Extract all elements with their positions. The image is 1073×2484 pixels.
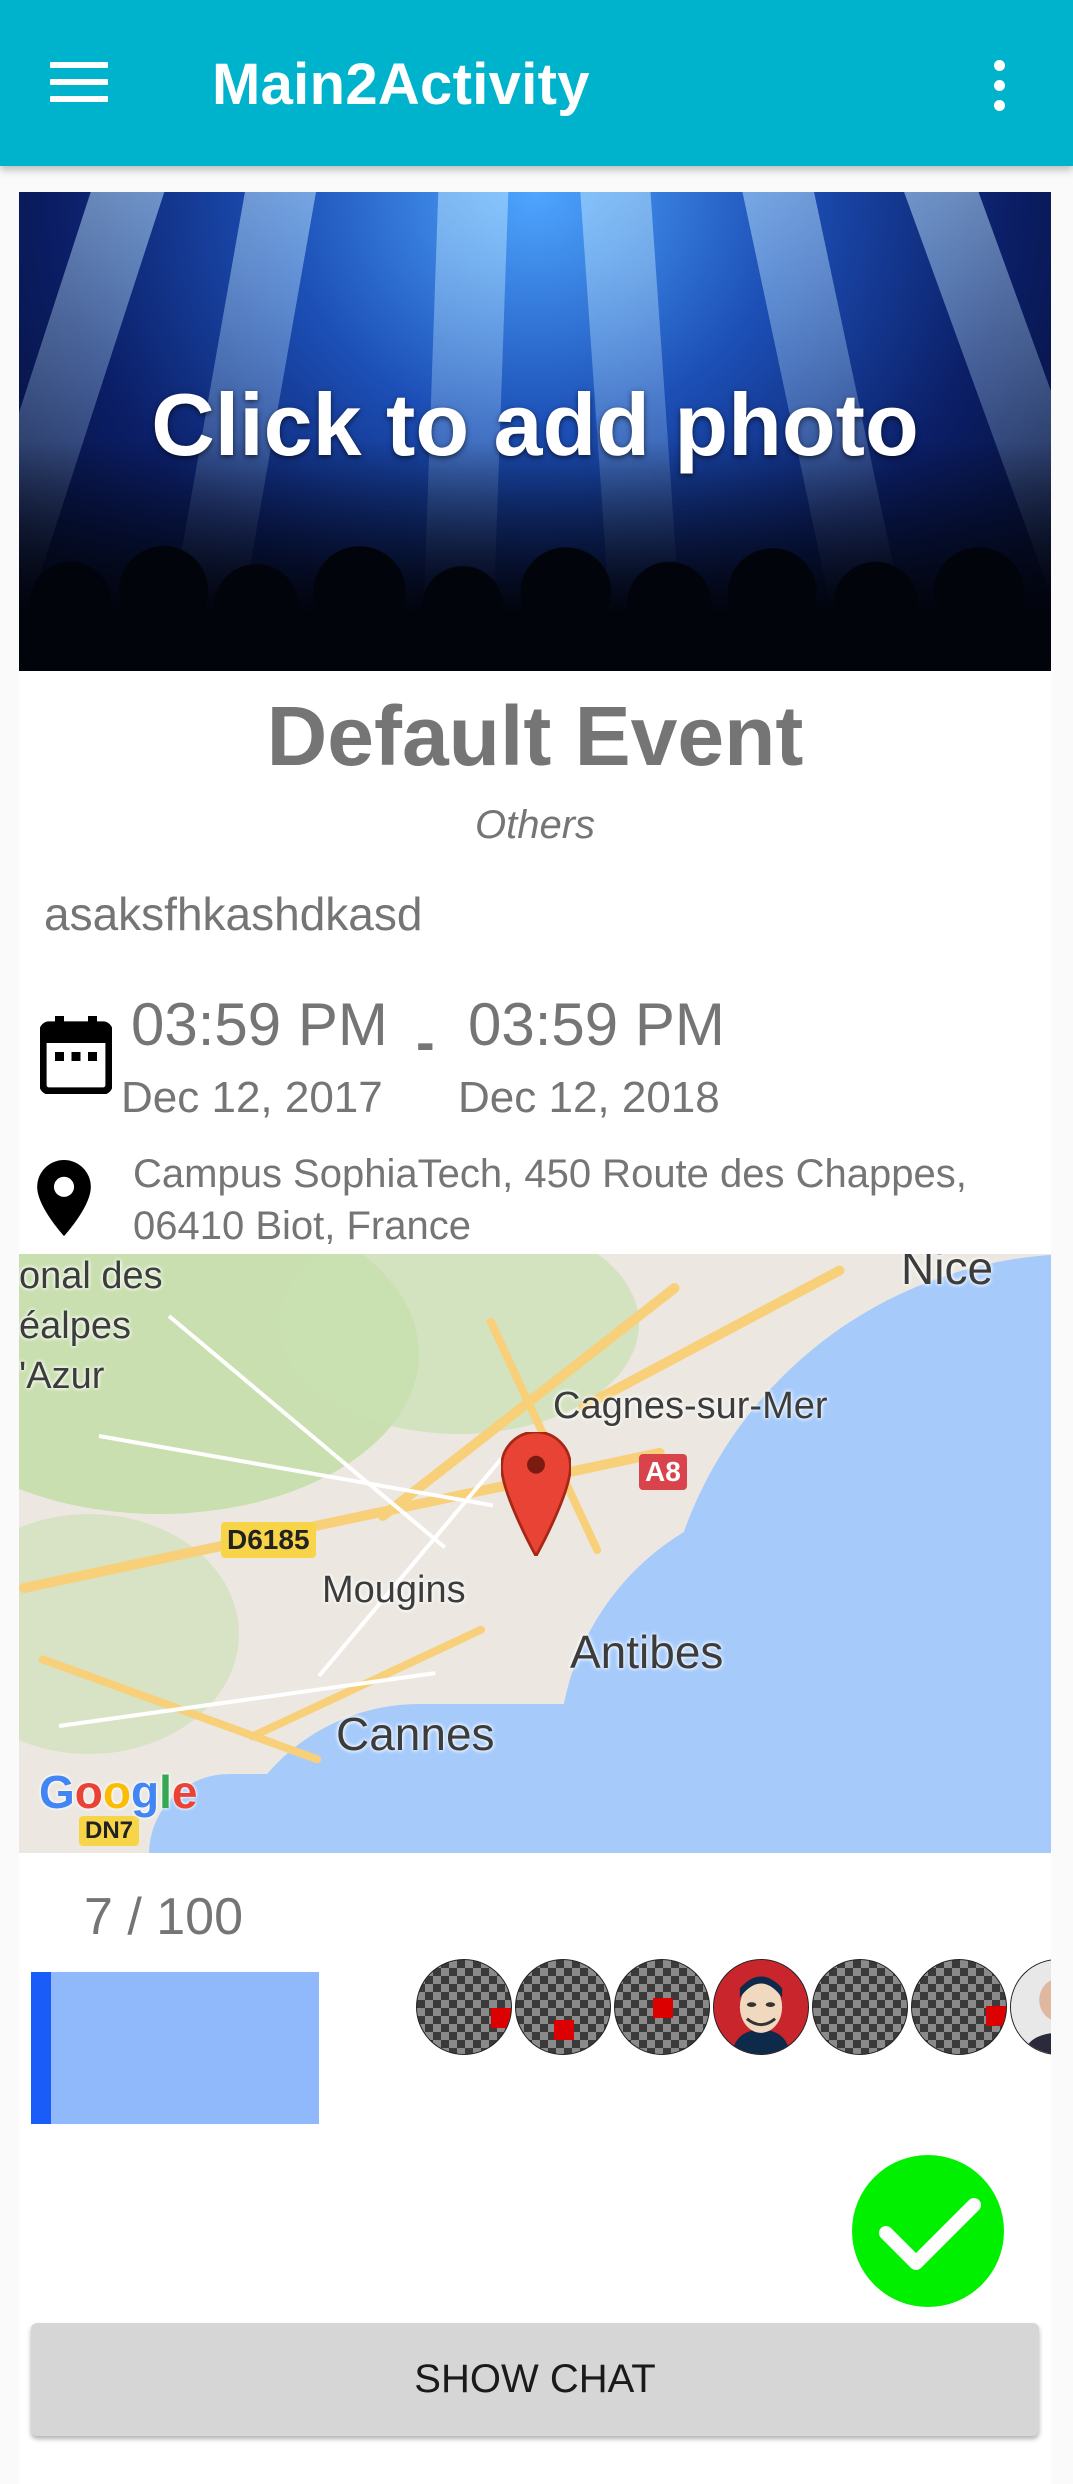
participant-avatar[interactable]: [911, 1959, 1007, 2055]
participant-avatar[interactable]: [416, 1959, 512, 2055]
show-chat-button[interactable]: SHOW CHAT: [31, 2323, 1039, 2436]
add-photo-label: Click to add photo: [151, 375, 919, 474]
map-shield-dn7: DN7: [79, 1816, 140, 1846]
map-shield-d6185: D6185: [221, 1522, 316, 1558]
app-bar: Main2Activity: [0, 0, 1073, 166]
map-label-mougins: Mougins: [322, 1569, 466, 1611]
google-logo: Google: [39, 1766, 198, 1818]
map-label-cannes: Cannes: [336, 1708, 495, 1760]
more-vert-icon[interactable]: [990, 60, 1010, 112]
participant-avatar[interactable]: [614, 1959, 710, 2055]
time-separator: -: [416, 1010, 435, 1073]
event-address: Campus SophiaTech, 450 Route des Chappes…: [133, 1152, 967, 1248]
map-label-cagnes: Cagnes-sur-Mer: [553, 1385, 828, 1427]
participant-avatars[interactable]: [414, 1956, 1051, 2056]
location-pin-icon: [37, 1160, 91, 1236]
map-label-nice: Nice: [901, 1254, 994, 1294]
concert-crowd-image: [19, 441, 1051, 671]
event-category: Others: [474, 803, 596, 847]
calendar-icon: [40, 1016, 112, 1094]
map-marker-icon: [501, 1432, 571, 1556]
participant-avatar-photo[interactable]: [1010, 1959, 1051, 2055]
location-map[interactable]: onal des éalpes 'Azur Nice Cagnes-sur-Me…: [19, 1254, 1051, 1853]
event-title: Default Event: [266, 689, 804, 783]
end-time[interactable]: 03:59 PM: [468, 990, 725, 1060]
participant-avatar-photo[interactable]: [713, 1959, 809, 2055]
join-event-button[interactable]: [852, 2155, 1004, 2307]
start-date[interactable]: Dec 12, 2017: [121, 1071, 383, 1125]
map-shield-a8: A8: [639, 1454, 687, 1490]
checkmark-icon: [879, 2198, 981, 2270]
end-date[interactable]: Dec 12, 2018: [458, 1071, 720, 1125]
participant-avatar[interactable]: [515, 1959, 611, 2055]
start-time[interactable]: 03:59 PM: [131, 990, 388, 1060]
event-description: asaksfhkashdkasd: [44, 888, 423, 940]
app-bar-title: Main2Activity: [212, 52, 590, 117]
event-photo-banner[interactable]: Click to add photo: [19, 192, 1051, 671]
participant-progress-bar: [31, 1972, 319, 2124]
participant-progress-fill: [31, 1972, 52, 2124]
map-label-region: éalpes: [19, 1305, 131, 1347]
map-label-antibes: Antibes: [570, 1626, 724, 1678]
participant-count: 7 / 100: [84, 1888, 244, 1946]
hamburger-menu-icon[interactable]: [50, 62, 108, 102]
participant-avatar[interactable]: [812, 1959, 908, 2055]
map-label-region: onal des: [19, 1255, 163, 1297]
map-label-region: 'Azur: [19, 1355, 105, 1397]
